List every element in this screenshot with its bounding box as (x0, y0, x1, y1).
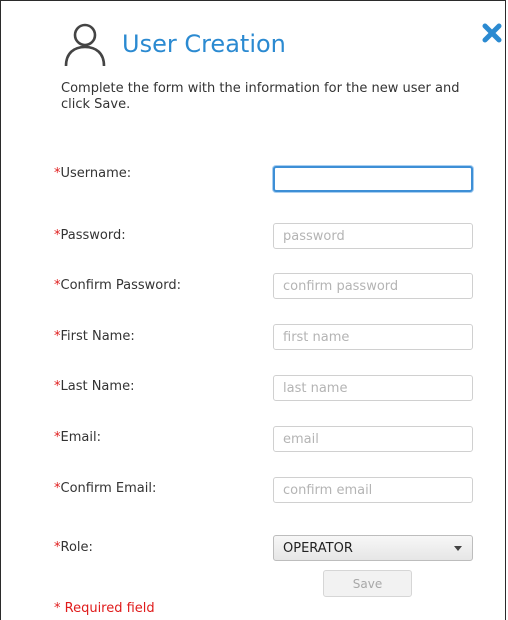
required-field-note: * Required field (54, 601, 155, 616)
confirm-email-input[interactable] (273, 477, 473, 503)
user-outline-icon (64, 23, 106, 67)
password-input[interactable] (273, 223, 473, 249)
user-creation-dialog: User Creation Complete the form with the… (0, 0, 506, 620)
last-name-label: *Last Name: (54, 379, 135, 394)
close-x-icon[interactable] (481, 22, 503, 44)
password-label: *Password: (54, 228, 126, 243)
username-input[interactable] (273, 166, 473, 192)
dialog-title: User Creation (122, 30, 286, 58)
save-button[interactable]: Save (323, 570, 412, 597)
dropdown-arrow-icon (454, 546, 462, 551)
confirm-email-label: *Confirm Email: (54, 481, 157, 496)
role-selected-value: OPERATOR (283, 541, 353, 556)
role-select[interactable]: OPERATOR (273, 535, 473, 561)
role-label: *Role: (54, 540, 93, 555)
intro-text: Complete the form with the information f… (61, 81, 460, 112)
email-label: *Email: (54, 430, 101, 445)
username-label: *Username: (54, 166, 132, 181)
last-name-input[interactable] (273, 375, 473, 401)
confirm-password-input[interactable] (273, 273, 473, 299)
first-name-input[interactable] (273, 324, 473, 350)
first-name-label: *First Name: (54, 329, 135, 344)
confirm-password-label: *Confirm Password: (54, 278, 181, 293)
email-input[interactable] (273, 426, 473, 452)
